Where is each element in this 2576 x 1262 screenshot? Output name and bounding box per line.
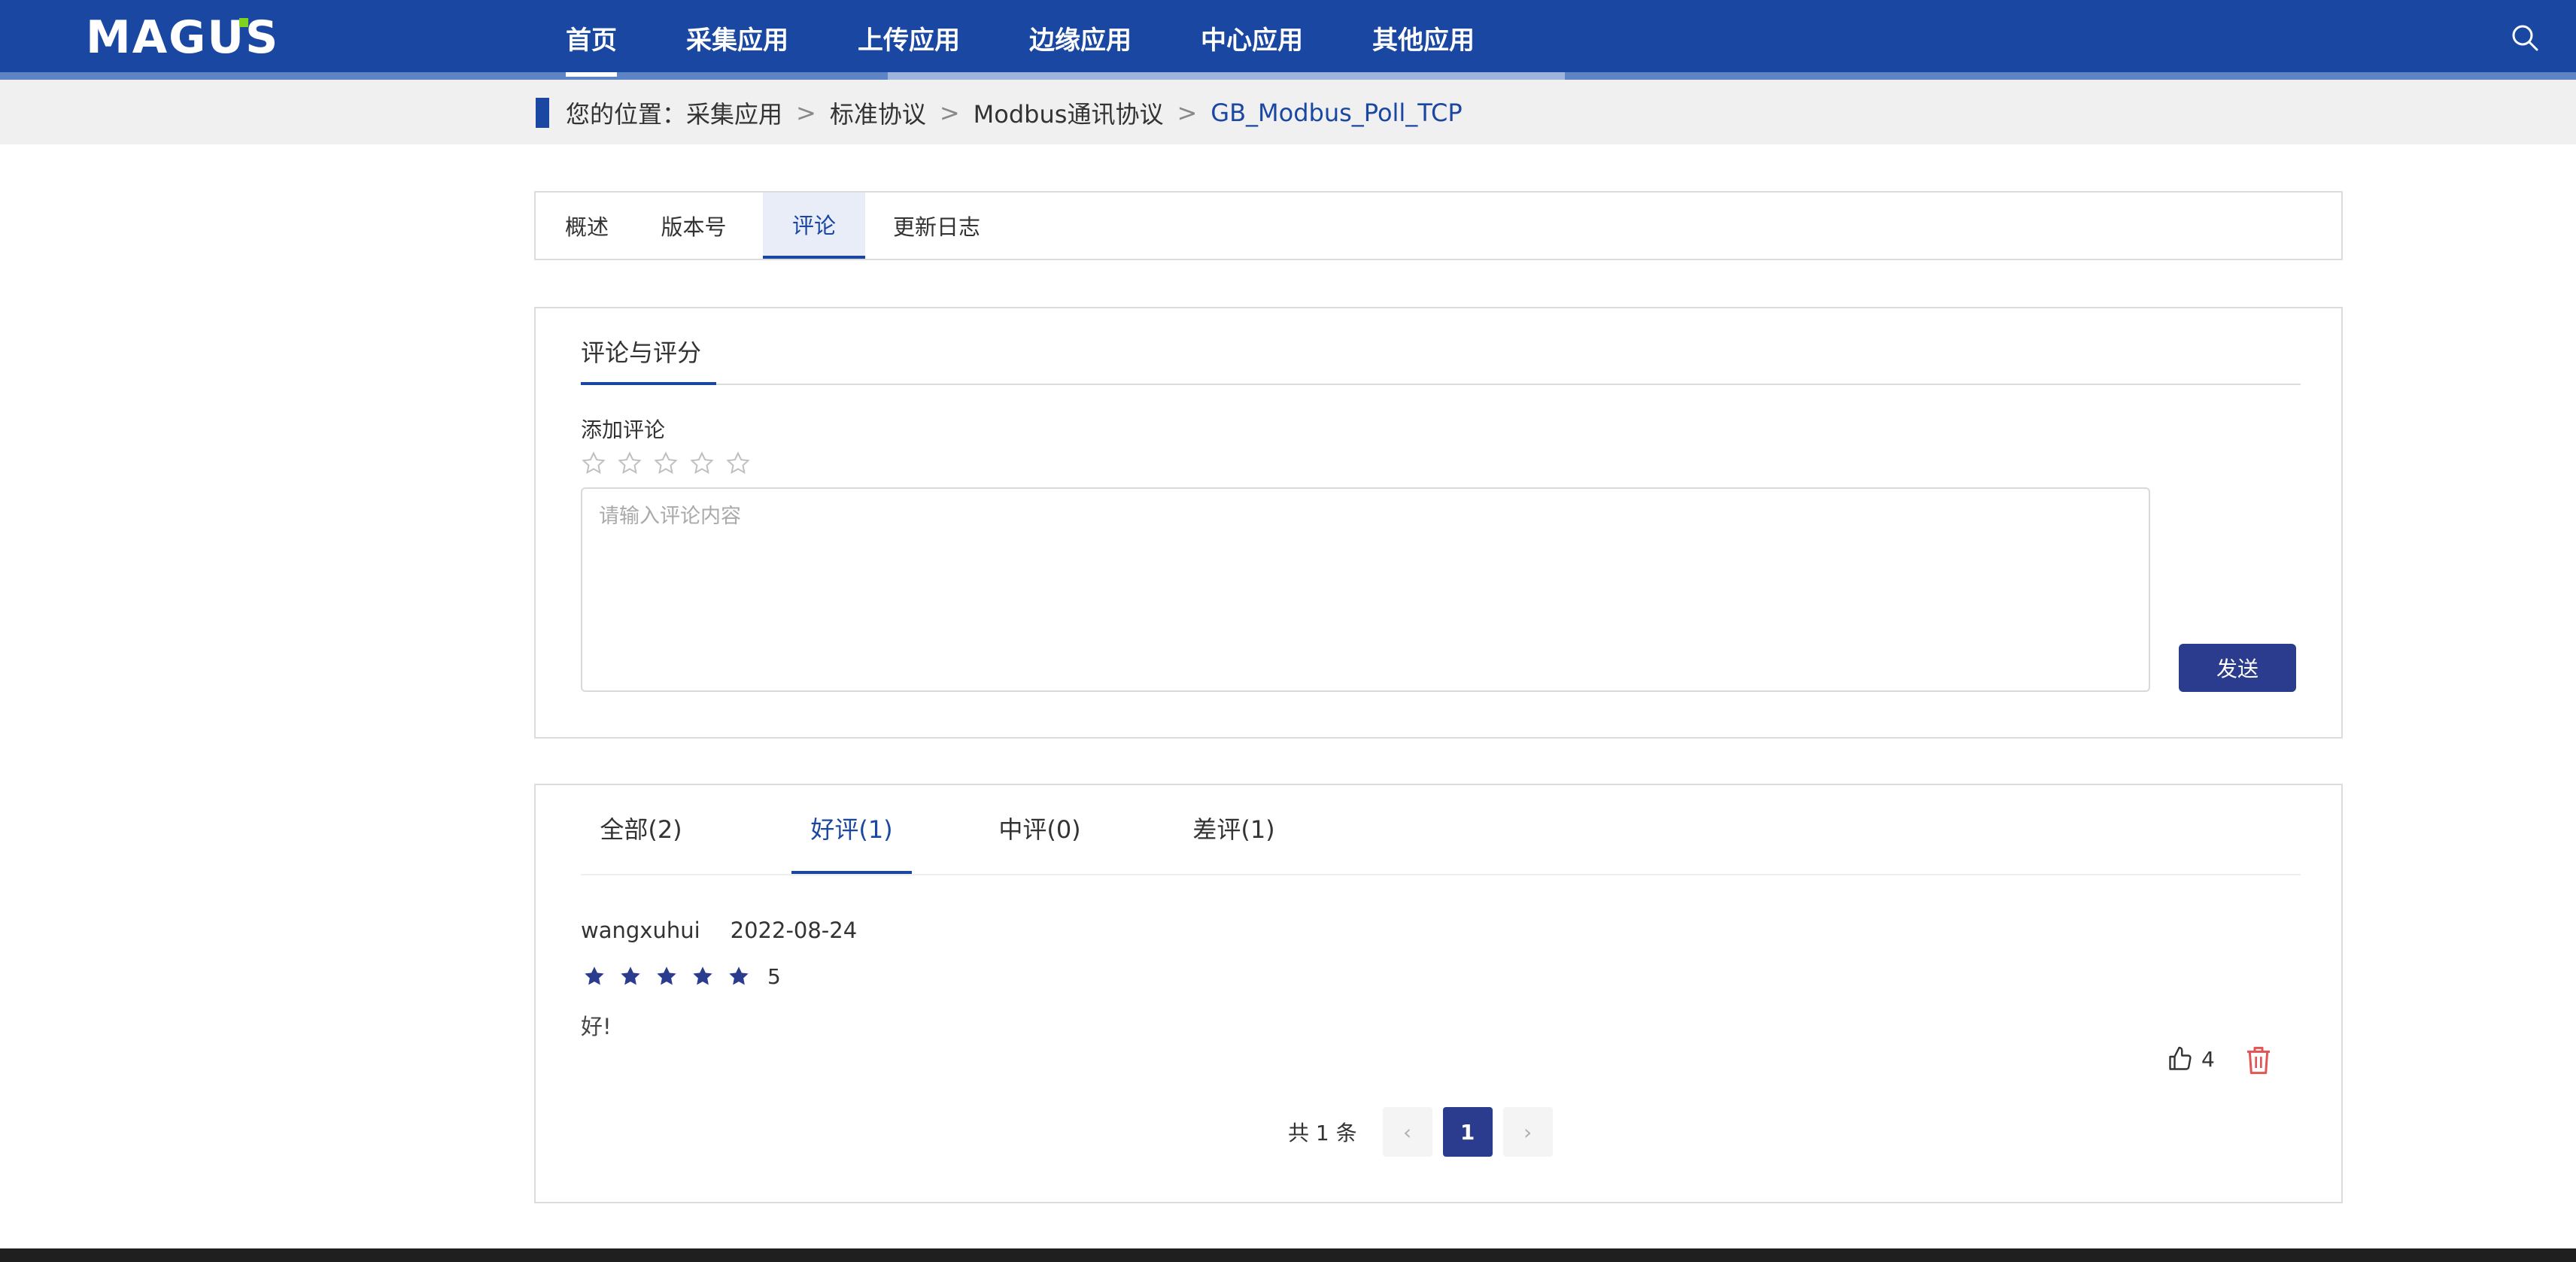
nav-item-home[interactable]: 首页	[566, 0, 617, 77]
send-button[interactable]: 发送	[2179, 644, 2296, 692]
breadcrumb-prefix: 您的位置：	[566, 100, 687, 129]
logo-green-dot	[239, 18, 248, 27]
breadcrumb-item-collect-apps[interactable]: 采集应用	[686, 96, 782, 130]
comment-rating-heading: 评论与评分	[581, 338, 702, 367]
breadcrumb-separator: >	[796, 99, 816, 127]
review-date: 2022-08-24	[730, 918, 858, 943]
breadcrumb: 您的位置： 采集应用 > 标准协议 > Modbus通讯协议 > GB_Modb…	[536, 96, 1463, 130]
star-empty-icon[interactable]	[725, 448, 761, 478]
pagination-total: 共 1 条	[1288, 1121, 1357, 1145]
review-content: 好!	[581, 1014, 612, 1039]
next-page-button[interactable]: ›	[1502, 1107, 1553, 1157]
detail-tabs: 概述 版本号 评论 更新日志	[534, 191, 2343, 260]
nav-item-edge-apps[interactable]: 边缘应用	[1029, 0, 1132, 75]
rating-input	[581, 448, 761, 478]
pagination: 共 1 条 ‹ 1 ›	[1288, 1107, 1563, 1157]
prev-page-button[interactable]: ‹	[1382, 1107, 1432, 1157]
breadcrumb-bar: 您的位置： 采集应用 > 标准协议 > Modbus通讯协议 > GB_Modb…	[0, 80, 2576, 144]
star-filled-icon	[618, 961, 655, 991]
breadcrumb-current: GB_Modbus_Poll_TCP	[1211, 99, 1463, 127]
breadcrumb-marker	[536, 98, 549, 128]
star-filled-icon	[582, 961, 618, 991]
review-rating: 5	[582, 961, 781, 991]
logo-text: MAGUS	[86, 11, 280, 64]
review-meta: wangxuhui 2022-08-24	[581, 918, 857, 943]
breadcrumb-separator: >	[1177, 99, 1198, 127]
star-filled-icon	[655, 961, 691, 991]
star-empty-icon[interactable]	[653, 448, 689, 478]
comment-form-card: 评论与评分 添加评论 发送	[534, 307, 2343, 739]
star-empty-icon[interactable]	[581, 448, 617, 478]
filter-tab-all[interactable]: 全部(2)	[581, 811, 701, 862]
search-icon[interactable]	[2510, 23, 2540, 53]
footer-strip	[0, 1248, 2576, 1262]
nav-item-collect-apps[interactable]: 采集应用	[686, 0, 788, 75]
nav-item-other-apps[interactable]: 其他应用	[1372, 0, 1475, 75]
trash-icon[interactable]	[2243, 1044, 2274, 1077]
tab-versions[interactable]: 版本号	[638, 193, 749, 259]
tab-comments[interactable]: 评论	[763, 193, 865, 259]
breadcrumb-item-modbus[interactable]: Modbus通讯协议	[974, 96, 1164, 130]
filter-tab-neutral[interactable]: 中评(0)	[980, 811, 1100, 862]
breadcrumb-separator: >	[939, 99, 960, 127]
star-empty-icon[interactable]	[617, 448, 653, 478]
nav-item-upload-apps[interactable]: 上传应用	[858, 0, 960, 75]
star-filled-icon	[727, 961, 763, 991]
nav-item-center-apps[interactable]: 中心应用	[1201, 0, 1303, 75]
filter-tab-active-underline	[791, 871, 912, 874]
logo[interactable]: MAGUS	[86, 11, 279, 64]
comment-textarea[interactable]	[581, 487, 2150, 692]
tab-overview[interactable]: 概述	[536, 193, 638, 259]
breadcrumb-item-standard-protocol[interactable]: 标准协议	[830, 96, 926, 130]
like-count: 4	[2201, 1046, 2215, 1072]
filter-tabs-divider	[581, 874, 2301, 875]
reviews-card: 全部(2) 好评(1) 中评(0) 差评(1) wangxuhui 2022-0…	[534, 784, 2343, 1203]
review-score: 5	[767, 963, 781, 989]
like-button[interactable]: 4	[2167, 1045, 2215, 1072]
page-button-1[interactable]: 1	[1442, 1107, 1493, 1157]
main-nav: 首页 采集应用 上传应用 边缘应用 中心应用 其他应用	[566, 0, 1544, 78]
filter-tab-negative[interactable]: 差评(1)	[1174, 811, 1294, 862]
tab-changelog[interactable]: 更新日志	[865, 193, 1008, 259]
top-nav-bar: MAGUS 首页 采集应用 上传应用 边缘应用 中心应用 其他应用	[0, 0, 2576, 80]
filter-tab-positive[interactable]: 好评(1)	[791, 811, 912, 862]
review-username: wangxuhui	[581, 918, 700, 943]
star-empty-icon[interactable]	[689, 448, 725, 478]
thumbs-up-icon	[2169, 1046, 2192, 1070]
heading-underline	[581, 382, 716, 385]
add-comment-label: 添加评论	[581, 417, 666, 442]
heading-divider	[581, 384, 2301, 385]
star-filled-icon	[691, 961, 727, 991]
